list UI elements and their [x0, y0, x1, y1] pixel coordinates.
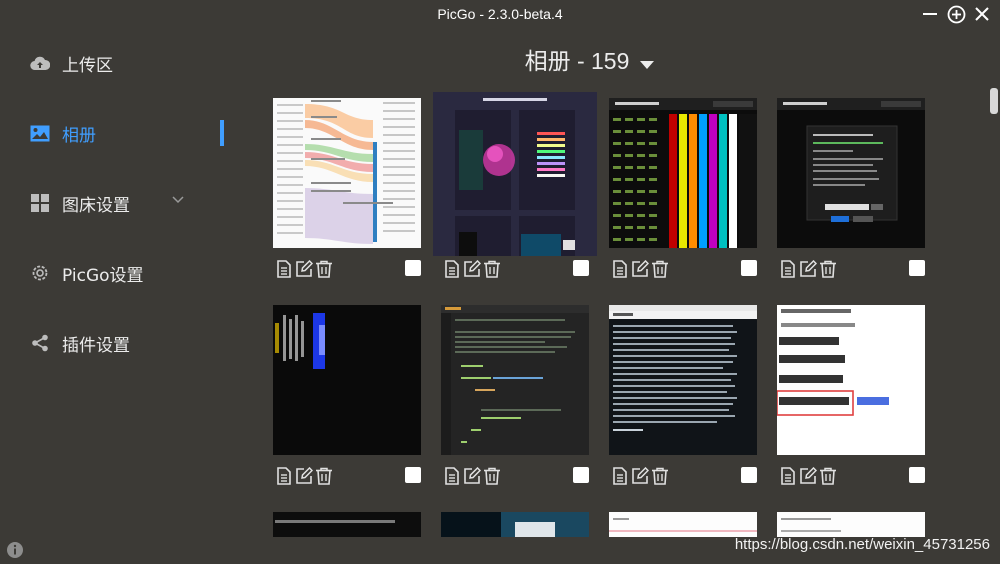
gallery-card[interactable]	[433, 92, 597, 278]
thumbnail-dark-console-screenshot[interactable]	[273, 305, 421, 455]
edit-icon[interactable]	[463, 260, 481, 278]
delete-icon[interactable]	[315, 260, 333, 278]
delete-icon[interactable]	[819, 467, 837, 485]
select-checkbox[interactable]	[405, 260, 421, 276]
plus-circle-icon	[947, 5, 965, 23]
copy-link-icon[interactable]	[779, 260, 797, 278]
edit-icon[interactable]	[631, 467, 649, 485]
copy-link-icon[interactable]	[275, 260, 293, 278]
edit-icon[interactable]	[463, 467, 481, 485]
caret-down-icon	[639, 49, 655, 76]
sidebar-item-label: PicGo设置	[62, 265, 144, 286]
gallery-card[interactable]	[609, 512, 757, 537]
sidebar-item-label: 相册	[62, 125, 96, 146]
close-button[interactable]	[972, 4, 992, 24]
minimize-icon	[923, 13, 937, 15]
image-icon	[30, 123, 50, 143]
edit-icon[interactable]	[631, 260, 649, 278]
thumbnail-windows-terminal-themes-dialog[interactable]	[777, 98, 925, 248]
sidebar-item-album[interactable]: 相册	[30, 118, 224, 148]
select-checkbox[interactable]	[573, 260, 589, 276]
thumbnail-windows-terminal-themes-colors[interactable]	[609, 98, 757, 248]
sidebar-item-picbed-settings[interactable]: 图床设置	[30, 188, 220, 218]
thumbnail-partial-row-3[interactable]	[609, 512, 757, 537]
thumbnail-sankey-diagram[interactable]	[273, 98, 421, 248]
copy-link-icon[interactable]	[275, 467, 293, 485]
delete-icon[interactable]	[651, 260, 669, 278]
sidebar: 上传区 相册 图床设置 PicGo设置 插件设置	[0, 30, 240, 564]
select-checkbox[interactable]	[909, 260, 925, 276]
gallery-card[interactable]	[777, 512, 925, 537]
select-checkbox[interactable]	[405, 467, 421, 483]
watermark-text: https://blog.csdn.net/weixin_45731256	[734, 536, 990, 553]
gallery-card[interactable]	[441, 305, 589, 485]
active-indicator	[220, 120, 224, 146]
copy-link-icon[interactable]	[611, 467, 629, 485]
sidebar-item-label: 上传区	[62, 55, 113, 76]
chevron-down-icon	[172, 196, 184, 204]
copy-link-icon[interactable]	[443, 260, 461, 278]
edit-icon[interactable]	[295, 260, 313, 278]
album-title-text: 相册 - 159	[524, 48, 630, 74]
info-icon[interactable]	[6, 541, 24, 559]
grid-icon	[30, 193, 50, 213]
select-checkbox[interactable]	[909, 467, 925, 483]
sidebar-item-picgo-settings[interactable]: PicGo设置	[30, 258, 220, 288]
delete-icon[interactable]	[819, 260, 837, 278]
minimize-button[interactable]	[920, 4, 940, 24]
gallery-card[interactable]	[777, 305, 925, 485]
select-checkbox[interactable]	[741, 260, 757, 276]
gallery-card[interactable]	[609, 98, 757, 278]
delete-icon[interactable]	[483, 260, 501, 278]
thumbnail-file-list-terminal[interactable]	[609, 305, 757, 455]
window-title: PicGo - 2.3.0-beta.4	[437, 6, 563, 22]
gallery-card[interactable]	[441, 512, 589, 537]
thumbnail-partial-row-4[interactable]	[777, 512, 925, 537]
share-icon	[30, 333, 50, 353]
delete-icon[interactable]	[651, 467, 669, 485]
copy-link-icon[interactable]	[611, 260, 629, 278]
select-checkbox[interactable]	[573, 467, 589, 483]
gallery-grid	[273, 92, 933, 537]
album-title[interactable]: 相册 - 159	[240, 42, 940, 76]
gallery-card[interactable]	[273, 305, 421, 485]
main-content: 相册 - 159	[240, 30, 1000, 564]
gear-icon	[30, 263, 50, 283]
maximize-button[interactable]	[946, 4, 966, 24]
sidebar-item-plugin-settings[interactable]: 插件设置	[30, 328, 220, 358]
thumbnail-partial-row-1[interactable]	[273, 512, 421, 537]
close-icon	[975, 7, 989, 21]
cloud-upload-icon	[30, 53, 50, 73]
edit-icon[interactable]	[799, 467, 817, 485]
copy-link-icon[interactable]	[779, 467, 797, 485]
gallery-card[interactable]	[273, 98, 421, 278]
edit-icon[interactable]	[295, 467, 313, 485]
edit-icon[interactable]	[799, 260, 817, 278]
gallery-card[interactable]	[777, 98, 925, 278]
gallery-card[interactable]	[273, 512, 421, 537]
gallery-card[interactable]	[609, 305, 757, 485]
scrollbar-thumb[interactable]	[990, 88, 998, 114]
sidebar-item-upload[interactable]: 上传区	[30, 48, 220, 78]
delete-icon[interactable]	[483, 467, 501, 485]
thumbnail-terminal-theme-preview[interactable]	[433, 92, 597, 256]
thumbnail-partial-row-2[interactable]	[441, 512, 589, 537]
title-bar: PicGo - 2.3.0-beta.4	[0, 0, 1000, 30]
thumbnail-powershell-profile-notepad[interactable]	[777, 305, 925, 455]
delete-icon[interactable]	[315, 467, 333, 485]
select-checkbox[interactable]	[741, 467, 757, 483]
sidebar-item-label: 插件设置	[62, 335, 130, 356]
sidebar-item-label: 图床设置	[62, 195, 130, 216]
thumbnail-code-editor-screenshot[interactable]	[441, 305, 589, 455]
copy-link-icon[interactable]	[443, 467, 461, 485]
